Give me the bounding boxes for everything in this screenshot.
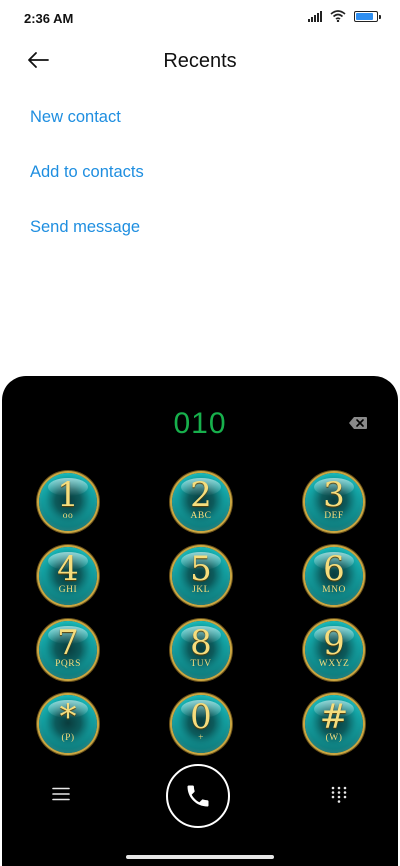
key-letters: ABC	[190, 511, 212, 521]
wifi-icon	[330, 10, 346, 22]
call-button[interactable]	[166, 764, 230, 828]
key-digit: #	[319, 697, 349, 737]
send-message-link[interactable]: Send message	[30, 216, 144, 271]
key-0[interactable]: 0 +	[172, 695, 230, 753]
key-digit: *	[59, 697, 77, 737]
key-digit: 9	[323, 623, 345, 663]
key-star[interactable]: * (P)	[39, 695, 97, 753]
dialer-panel: 010 1 oo 2 ABC 3 DEF 4 GHI 5 JKL 6 MNO 7…	[2, 376, 398, 866]
status-icons	[308, 10, 381, 22]
key-digit: 3	[323, 475, 345, 515]
new-contact-link[interactable]: New contact	[30, 106, 144, 161]
dialpad-icon[interactable]	[331, 786, 347, 804]
key-digit: 2	[190, 475, 212, 515]
backspace-icon[interactable]	[348, 416, 368, 430]
add-to-contacts-link[interactable]: Add to contacts	[30, 161, 144, 216]
key-1[interactable]: 1 oo	[39, 473, 97, 531]
signal-icon	[308, 10, 322, 22]
page-title: Recents	[163, 50, 237, 72]
key-3[interactable]: 3 DEF	[305, 473, 363, 531]
key-letters: (W)	[325, 733, 343, 743]
key-digit: 6	[323, 549, 345, 589]
key-letters: +	[198, 733, 204, 743]
action-list: New contact Add to contacts Send message	[30, 106, 144, 271]
status-bar: 2:36 AM	[0, 0, 400, 36]
key-letters: TUV	[190, 659, 212, 669]
key-digit: 1	[57, 475, 79, 515]
key-digit: 7	[57, 623, 79, 663]
phone-icon	[187, 785, 209, 807]
key-letters: (P)	[61, 733, 75, 743]
key-6[interactable]: 6 MNO	[305, 547, 363, 605]
status-time: 2:36 AM	[24, 11, 74, 26]
key-letters: DEF	[324, 511, 344, 521]
battery-icon	[354, 10, 381, 22]
key-digit: 8	[190, 623, 212, 663]
key-2[interactable]: 2 ABC	[172, 473, 230, 531]
key-7[interactable]: 7 PQRS	[39, 621, 97, 679]
key-letters: PQRS	[55, 659, 81, 669]
battery-level	[356, 12, 373, 20]
key-letters: MNO	[322, 585, 346, 595]
dialed-number: 010	[173, 407, 227, 440]
key-letters: WXYZ	[318, 659, 350, 669]
key-digit: 0	[190, 697, 212, 737]
menu-icon[interactable]	[52, 787, 70, 801]
key-hash[interactable]: # (W)	[305, 695, 363, 753]
key-letters: GHI	[58, 585, 78, 595]
key-9[interactable]: 9 WXYZ	[305, 621, 363, 679]
voicemail-icon: oo	[62, 511, 74, 521]
key-8[interactable]: 8 TUV	[172, 621, 230, 679]
key-digit: 4	[57, 549, 79, 589]
key-5[interactable]: 5 JKL	[172, 547, 230, 605]
key-4[interactable]: 4 GHI	[39, 547, 97, 605]
key-letters: JKL	[192, 585, 210, 595]
header: Recents	[0, 40, 400, 84]
key-digit: 5	[190, 549, 212, 589]
home-indicator[interactable]	[126, 855, 274, 859]
